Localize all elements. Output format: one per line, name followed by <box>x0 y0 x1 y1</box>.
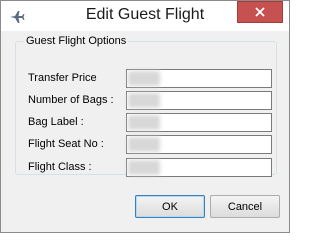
number-of-bags-input[interactable] <box>126 91 272 110</box>
flight-seat-no-label: Flight Seat No : <box>28 138 104 150</box>
transfer-price-label: Transfer Price <box>28 72 97 84</box>
number-of-bags-label: Number of Bags : <box>28 94 114 106</box>
bag-label-label: Bag Label : <box>28 116 84 128</box>
flight-class-input[interactable] <box>126 158 272 177</box>
bag-label-input[interactable] <box>126 113 272 132</box>
title-bar[interactable]: Edit Guest Flight <box>1 1 289 31</box>
close-icon <box>255 7 265 17</box>
ok-button[interactable]: OK <box>135 195 205 218</box>
flight-class-label: Flight Class : <box>28 161 92 173</box>
close-button[interactable] <box>237 1 283 23</box>
transfer-price-input[interactable] <box>126 69 272 88</box>
cancel-button[interactable]: Cancel <box>210 195 280 218</box>
dialog-client-area: Guest Flight Options Transfer Price Numb… <box>8 31 282 227</box>
guest-flight-options-group: Guest Flight Options Transfer Price Numb… <box>15 35 277 177</box>
dialog-window: Edit Guest Flight Guest Flight Options T… <box>0 0 290 233</box>
group-legend: Guest Flight Options <box>26 35 127 47</box>
flight-seat-no-input[interactable] <box>126 135 272 154</box>
